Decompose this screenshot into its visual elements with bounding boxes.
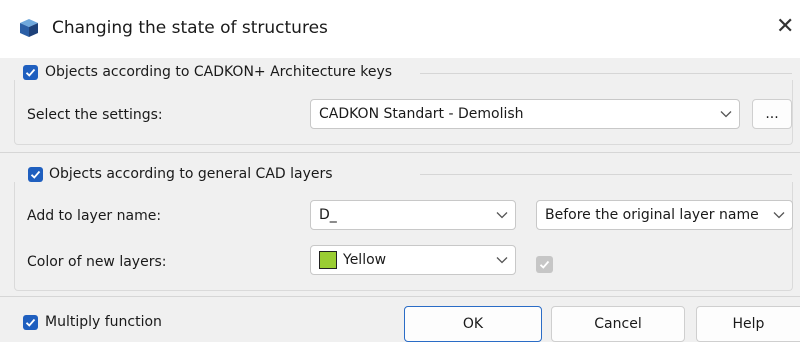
close-icon[interactable]: ✕ — [776, 14, 794, 40]
checkmark-icon — [539, 260, 550, 269]
chevron-down-icon — [766, 211, 792, 219]
layer-color-value: Yellow — [343, 252, 387, 268]
multiply-function-checkbox[interactable] — [23, 315, 38, 330]
chevron-down-icon — [489, 256, 515, 264]
cadkon-keys-label[interactable]: Objects according to CADKON+ Architectur… — [45, 64, 392, 80]
layer-prefix-dropdown[interactable]: D_ — [310, 200, 516, 230]
layer-name-label: Add to layer name: — [27, 208, 162, 224]
footer-divider — [0, 296, 800, 297]
settings-label: Select the settings: — [27, 107, 163, 123]
prefix-position-dropdown[interactable]: Before the original layer name — [536, 200, 793, 230]
ok-button[interactable]: OK — [404, 306, 542, 342]
help-button[interactable]: Help — [696, 306, 800, 342]
section-divider — [0, 152, 800, 153]
cancel-button[interactable]: Cancel — [551, 306, 685, 342]
multiply-function-label[interactable]: Multiply function — [45, 314, 162, 330]
browse-settings-button[interactable]: ... — [752, 99, 792, 129]
settings-value: CADKON Standart - Demolish — [319, 106, 524, 122]
layer-color-label: Color of new layers: — [27, 254, 167, 270]
group-divider — [420, 174, 792, 175]
color-swatch — [319, 251, 337, 269]
layer-color-option-checkbox[interactable] — [536, 256, 553, 273]
chevron-down-icon — [713, 110, 739, 118]
chevron-down-icon — [489, 211, 515, 219]
title-bar: Changing the state of structures ✕ — [0, 0, 800, 58]
checkmark-icon — [30, 170, 41, 179]
layer-prefix-value: D_ — [319, 207, 337, 223]
checkmark-icon — [25, 318, 36, 327]
settings-dropdown[interactable]: CADKON Standart - Demolish — [310, 99, 740, 129]
prefix-position-value: Before the original layer name — [545, 207, 759, 223]
group-divider — [420, 73, 792, 74]
cad-layers-label[interactable]: Objects according to general CAD layers — [49, 166, 333, 182]
app-cube-icon — [20, 19, 38, 37]
cadkon-keys-checkbox[interactable] — [23, 65, 38, 80]
checkmark-icon — [25, 68, 36, 77]
cad-layers-checkbox[interactable] — [28, 167, 43, 182]
window-title: Changing the state of structures — [52, 18, 328, 38]
layer-color-dropdown[interactable]: Yellow — [310, 245, 516, 275]
